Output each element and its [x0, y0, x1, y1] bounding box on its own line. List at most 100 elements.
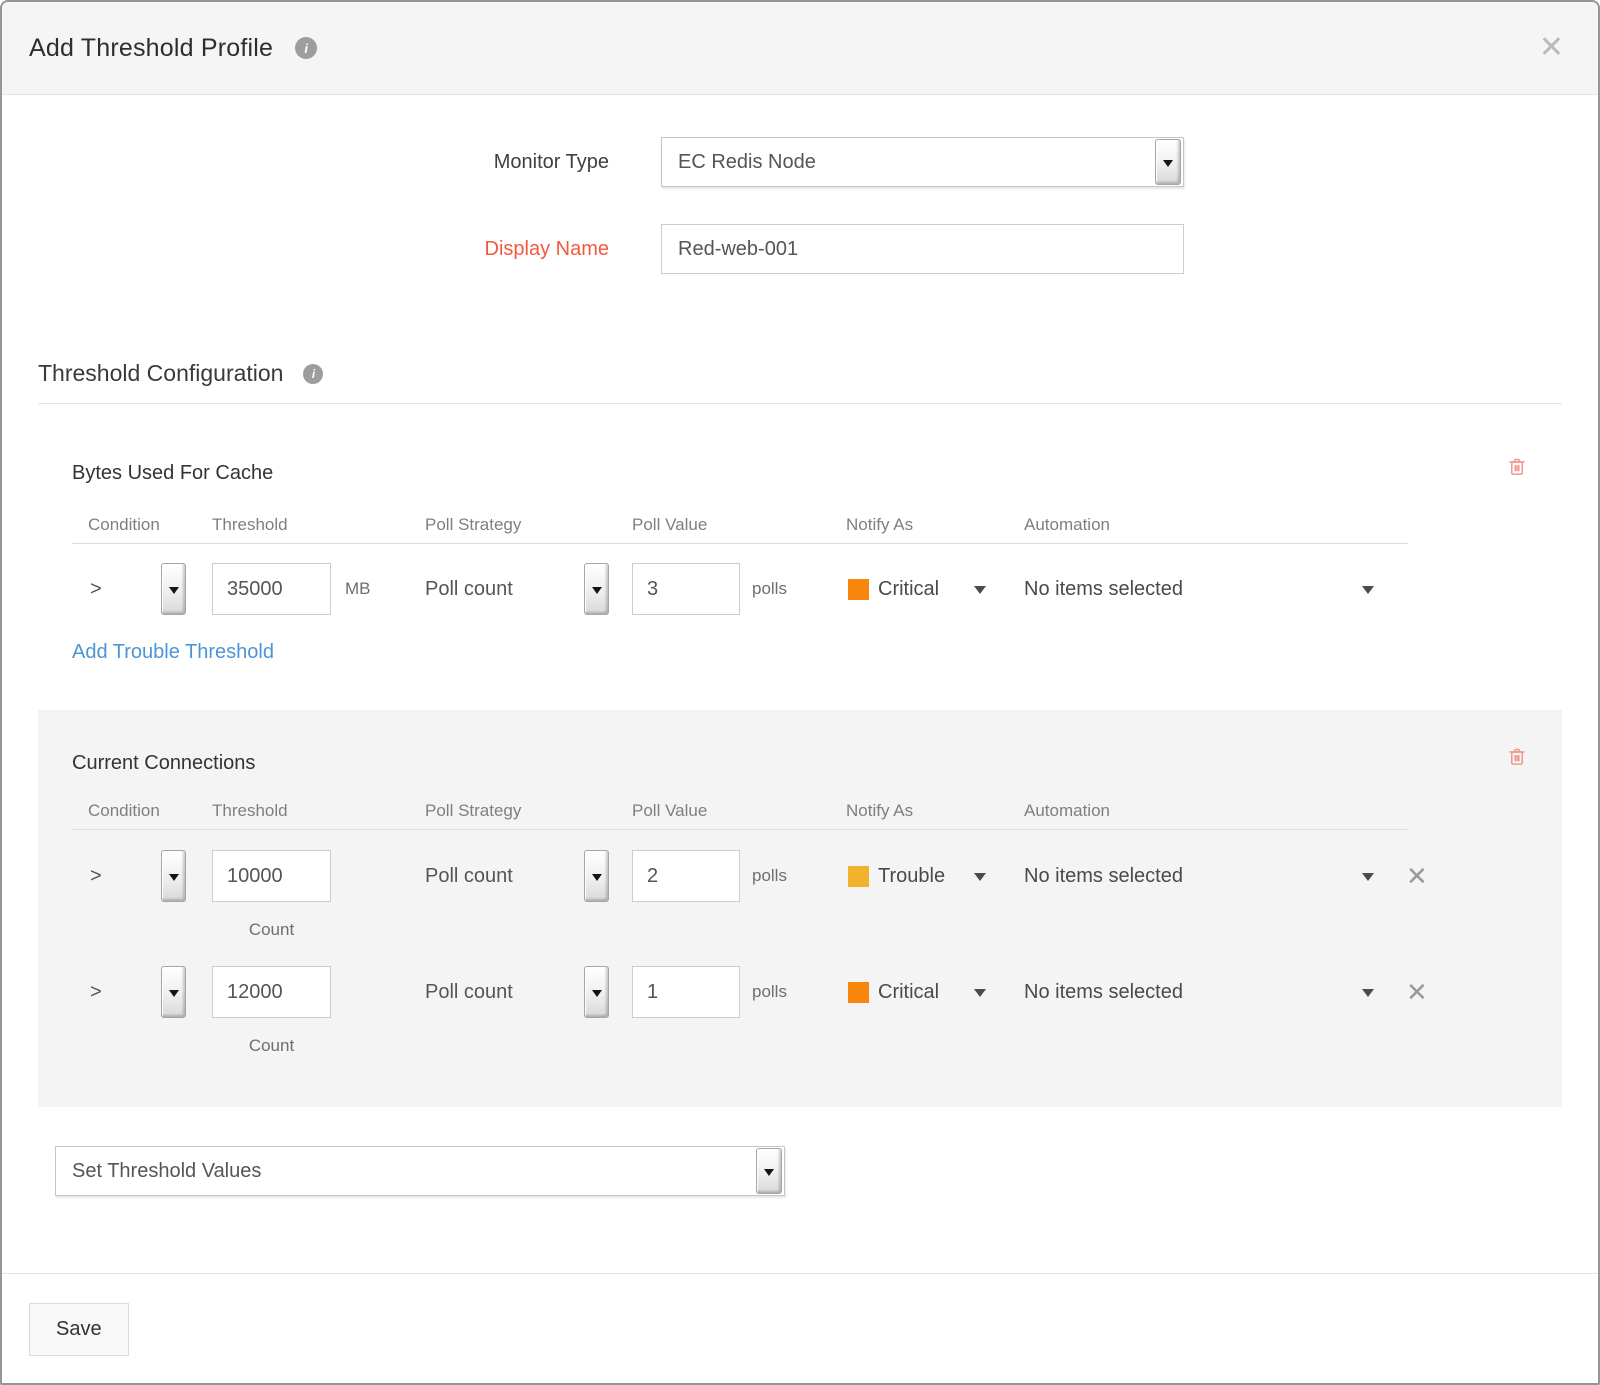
- chevron-down-icon[interactable]: [1362, 989, 1374, 1003]
- add-trouble-threshold-link[interactable]: Add Trouble Threshold: [72, 641, 274, 664]
- threshold-input[interactable]: [212, 966, 331, 1018]
- poll-value-input[interactable]: [632, 563, 740, 615]
- col-poll-value: Poll Value: [632, 515, 846, 535]
- save-button[interactable]: Save: [29, 1303, 129, 1356]
- automation-select[interactable]: No items selected: [1024, 563, 1384, 615]
- monitor-type-label: Monitor Type: [38, 151, 609, 174]
- dialog-footer: Save: [2, 1273, 1598, 1383]
- condition-select[interactable]: >: [72, 563, 186, 615]
- remove-row-icon[interactable]: ✕: [1406, 861, 1428, 892]
- chevron-down-icon[interactable]: [1362, 586, 1374, 600]
- poll-unit: polls: [752, 579, 787, 599]
- metric-current-connections: Current Connections Condition Threshold …: [38, 710, 1562, 1107]
- display-name-row: Display Name: [38, 224, 1562, 274]
- col-poll-strategy: Poll Strategy: [425, 801, 632, 821]
- poll-unit: polls: [752, 982, 787, 1002]
- display-name-input[interactable]: [661, 224, 1184, 274]
- automation-select[interactable]: No items selected: [1024, 966, 1384, 1018]
- chevron-down-icon[interactable]: [974, 989, 986, 1003]
- automation-value: No items selected: [1024, 578, 1183, 601]
- threshold-unit: Count: [212, 1036, 331, 1056]
- col-notify-as: Notify As: [846, 801, 1024, 821]
- poll-strategy-select[interactable]: Poll count: [425, 966, 609, 1018]
- section-divider: [38, 403, 1562, 404]
- dropdown-arrow-icon[interactable]: [756, 1148, 782, 1194]
- dropdown-arrow-icon[interactable]: [161, 850, 186, 902]
- notify-as-select[interactable]: Trouble: [846, 850, 1024, 902]
- monitor-type-value: EC Redis Node: [678, 151, 1155, 174]
- automation-value: No items selected: [1024, 865, 1183, 888]
- notify-as-select[interactable]: Critical: [846, 966, 1024, 1018]
- monitor-type-select[interactable]: EC Redis Node: [661, 137, 1184, 187]
- col-threshold: Threshold: [212, 515, 425, 535]
- col-condition: Condition: [72, 515, 212, 535]
- metric-title: Bytes Used For Cache: [72, 462, 273, 485]
- automation-select[interactable]: No items selected: [1024, 850, 1384, 902]
- col-poll-strategy: Poll Strategy: [425, 515, 632, 535]
- poll-strategy-select[interactable]: Poll count: [425, 563, 609, 615]
- severity-color-swatch: [848, 866, 869, 887]
- col-automation: Automation: [1024, 515, 1408, 535]
- condition-select[interactable]: >: [72, 850, 186, 902]
- dialog-header: Add Threshold Profile i ✕: [2, 2, 1598, 95]
- threshold-unit: MB: [345, 579, 371, 599]
- dropdown-arrow-icon[interactable]: [1155, 139, 1181, 185]
- threshold-input[interactable]: [212, 850, 331, 902]
- threshold-row: > Count Poll count polls: [72, 850, 1528, 940]
- chevron-down-icon[interactable]: [974, 873, 986, 887]
- threshold-row: > MB Poll count polls Critical: [72, 563, 1528, 615]
- dialog-title: Add Threshold Profile: [29, 34, 273, 63]
- poll-value-input[interactable]: [632, 966, 740, 1018]
- dropdown-arrow-icon[interactable]: [584, 966, 609, 1018]
- chevron-down-icon[interactable]: [974, 586, 986, 600]
- poll-strategy-value: Poll count: [425, 578, 513, 601]
- dropdown-arrow-icon[interactable]: [584, 563, 609, 615]
- poll-strategy-value: Poll count: [425, 981, 513, 1004]
- dropdown-arrow-icon[interactable]: [161, 966, 186, 1018]
- metric-bytes-used-for-cache: Bytes Used For Cache Condition Threshold…: [38, 462, 1562, 664]
- column-headers: Condition Threshold Poll Strategy Poll V…: [72, 801, 1408, 830]
- col-poll-value: Poll Value: [632, 801, 846, 821]
- chevron-down-icon[interactable]: [1362, 873, 1374, 887]
- column-headers: Condition Threshold Poll Strategy Poll V…: [72, 515, 1408, 544]
- delete-metric-icon[interactable]: [1506, 456, 1528, 478]
- metric-title: Current Connections: [72, 752, 255, 775]
- col-notify-as: Notify As: [846, 515, 1024, 535]
- set-threshold-values-label: Set Threshold Values: [72, 1160, 756, 1183]
- close-icon[interactable]: ✕: [1539, 33, 1564, 63]
- poll-strategy-value: Poll count: [425, 865, 513, 888]
- threshold-unit: Count: [212, 920, 331, 940]
- severity-color-swatch: [848, 982, 869, 1003]
- col-threshold: Threshold: [212, 801, 425, 821]
- notify-as-value: Critical: [878, 578, 939, 601]
- info-icon[interactable]: i: [303, 364, 323, 384]
- monitor-type-row: Monitor Type EC Redis Node: [38, 137, 1562, 187]
- dialog-body: Monitor Type EC Redis Node Display Name …: [2, 95, 1598, 1273]
- remove-row-icon[interactable]: ✕: [1406, 977, 1428, 1008]
- dropdown-arrow-icon[interactable]: [584, 850, 609, 902]
- dropdown-arrow-icon[interactable]: [161, 563, 186, 615]
- display-name-label: Display Name: [38, 238, 609, 261]
- threshold-configuration-heading: Threshold Configuration i: [38, 360, 1562, 387]
- condition-value: >: [90, 981, 102, 1004]
- poll-unit: polls: [752, 866, 787, 886]
- threshold-input[interactable]: [212, 563, 331, 615]
- condition-value: >: [90, 578, 102, 601]
- condition-value: >: [90, 865, 102, 888]
- notify-as-value: Trouble: [878, 865, 945, 888]
- info-icon[interactable]: i: [295, 37, 317, 59]
- condition-select[interactable]: >: [72, 966, 186, 1018]
- poll-strategy-select[interactable]: Poll count: [425, 850, 609, 902]
- automation-value: No items selected: [1024, 981, 1183, 1004]
- poll-value-input[interactable]: [632, 850, 740, 902]
- col-condition: Condition: [72, 801, 212, 821]
- add-threshold-profile-dialog: Add Threshold Profile i ✕ Monitor Type E…: [0, 0, 1600, 1385]
- notify-as-select[interactable]: Critical: [846, 563, 1024, 615]
- set-threshold-values-select[interactable]: Set Threshold Values: [55, 1146, 785, 1196]
- severity-color-swatch: [848, 579, 869, 600]
- delete-metric-icon[interactable]: [1506, 746, 1528, 768]
- col-automation: Automation: [1024, 801, 1408, 821]
- threshold-row: > Count Poll count polls: [72, 966, 1528, 1056]
- notify-as-value: Critical: [878, 981, 939, 1004]
- section-title: Threshold Configuration: [38, 360, 283, 387]
